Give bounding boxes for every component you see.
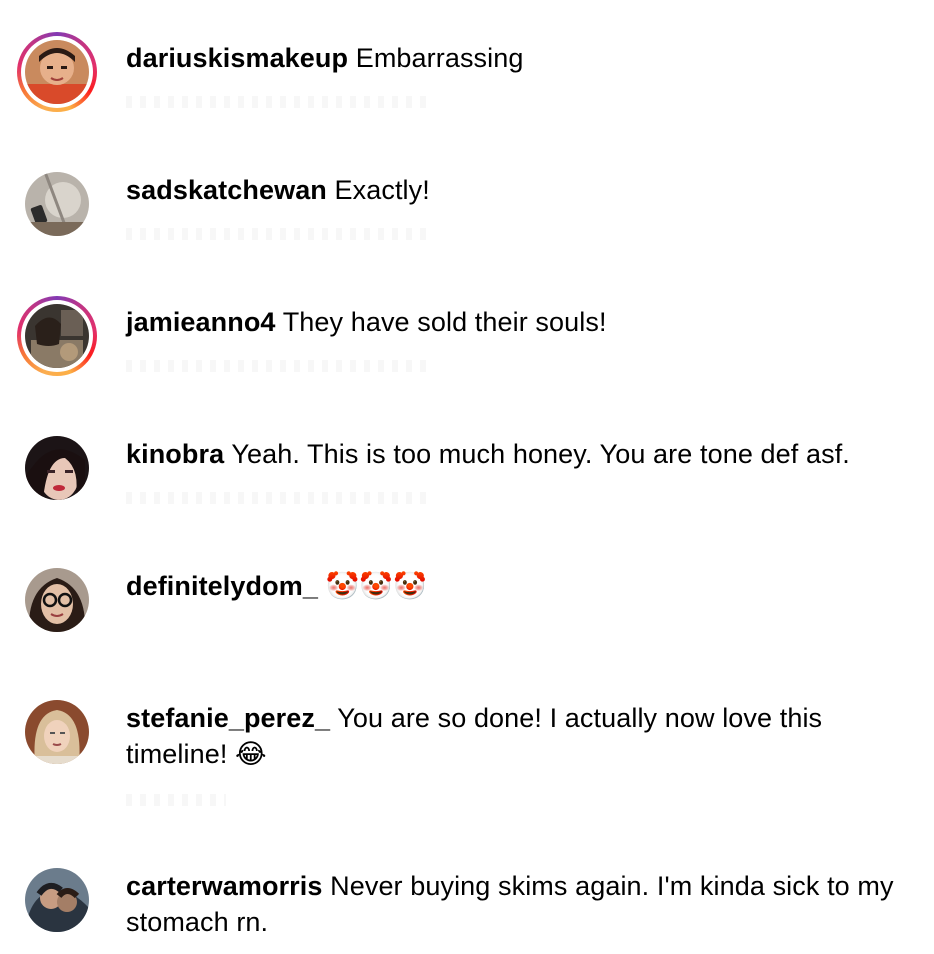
- comment-body: Yeah. This is too much honey. You are to…: [231, 439, 850, 469]
- comment-body: They have sold their souls!: [282, 307, 607, 337]
- avatar-wrap[interactable]: [24, 171, 90, 237]
- avatar[interactable]: [25, 436, 89, 500]
- comment-text: dariuskismakeup Embarrassing: [126, 40, 916, 76]
- user-avatar-icon: [25, 700, 89, 764]
- avatar[interactable]: [25, 172, 89, 236]
- comment-username[interactable]: jamieanno4: [126, 307, 276, 337]
- avatar-wrap[interactable]: [24, 867, 90, 933]
- user-avatar-icon: [25, 436, 89, 500]
- comment-body: Embarrassing: [355, 43, 524, 73]
- avatar[interactable]: [25, 868, 89, 932]
- comment-username[interactable]: stefanie_perez_: [126, 703, 330, 733]
- avatar[interactable]: [25, 304, 89, 368]
- avatar[interactable]: [25, 40, 89, 104]
- comment-meta: [126, 360, 426, 372]
- user-avatar-icon: [25, 304, 89, 368]
- comment-text: definitelydom_ 🤡🤡🤡: [126, 568, 916, 604]
- comment-meta: [126, 492, 426, 504]
- avatar-wrap[interactable]: [24, 567, 90, 633]
- user-avatar-icon: [25, 868, 89, 932]
- comment-meta: [126, 228, 426, 240]
- comment-username[interactable]: kinobra: [126, 439, 224, 469]
- user-avatar-icon: [25, 40, 89, 104]
- avatar[interactable]: [25, 568, 89, 632]
- user-avatar-icon: [25, 172, 89, 236]
- avatar-story-ring[interactable]: [17, 296, 97, 376]
- comment-text: stefanie_perez_ You are so done! I actua…: [126, 700, 916, 772]
- avatar-wrap[interactable]: [24, 699, 90, 765]
- comment-meta: [126, 794, 226, 806]
- user-avatar-icon: [25, 568, 89, 632]
- comment-body: Exactly!: [334, 175, 430, 205]
- avatar-wrap[interactable]: [24, 435, 90, 501]
- comment-meta: [126, 96, 426, 108]
- comment-username[interactable]: carterwamorris: [126, 871, 323, 901]
- comment-username[interactable]: sadskatchewan: [126, 175, 327, 205]
- comment-text: sadskatchewan Exactly!: [126, 172, 916, 208]
- comment-username[interactable]: definitelydom_: [126, 571, 318, 601]
- comment-text: jamieanno4 They have sold their souls!: [126, 304, 916, 340]
- avatar-story-ring[interactable]: [17, 32, 97, 112]
- comment-username[interactable]: dariuskismakeup: [126, 43, 348, 73]
- comment-body: 🤡🤡🤡: [325, 571, 427, 601]
- avatar[interactable]: [25, 700, 89, 764]
- comment-text: kinobra Yeah. This is too much honey. Yo…: [126, 436, 916, 472]
- comment-text: carterwamorris Never buying skims again.…: [126, 868, 916, 940]
